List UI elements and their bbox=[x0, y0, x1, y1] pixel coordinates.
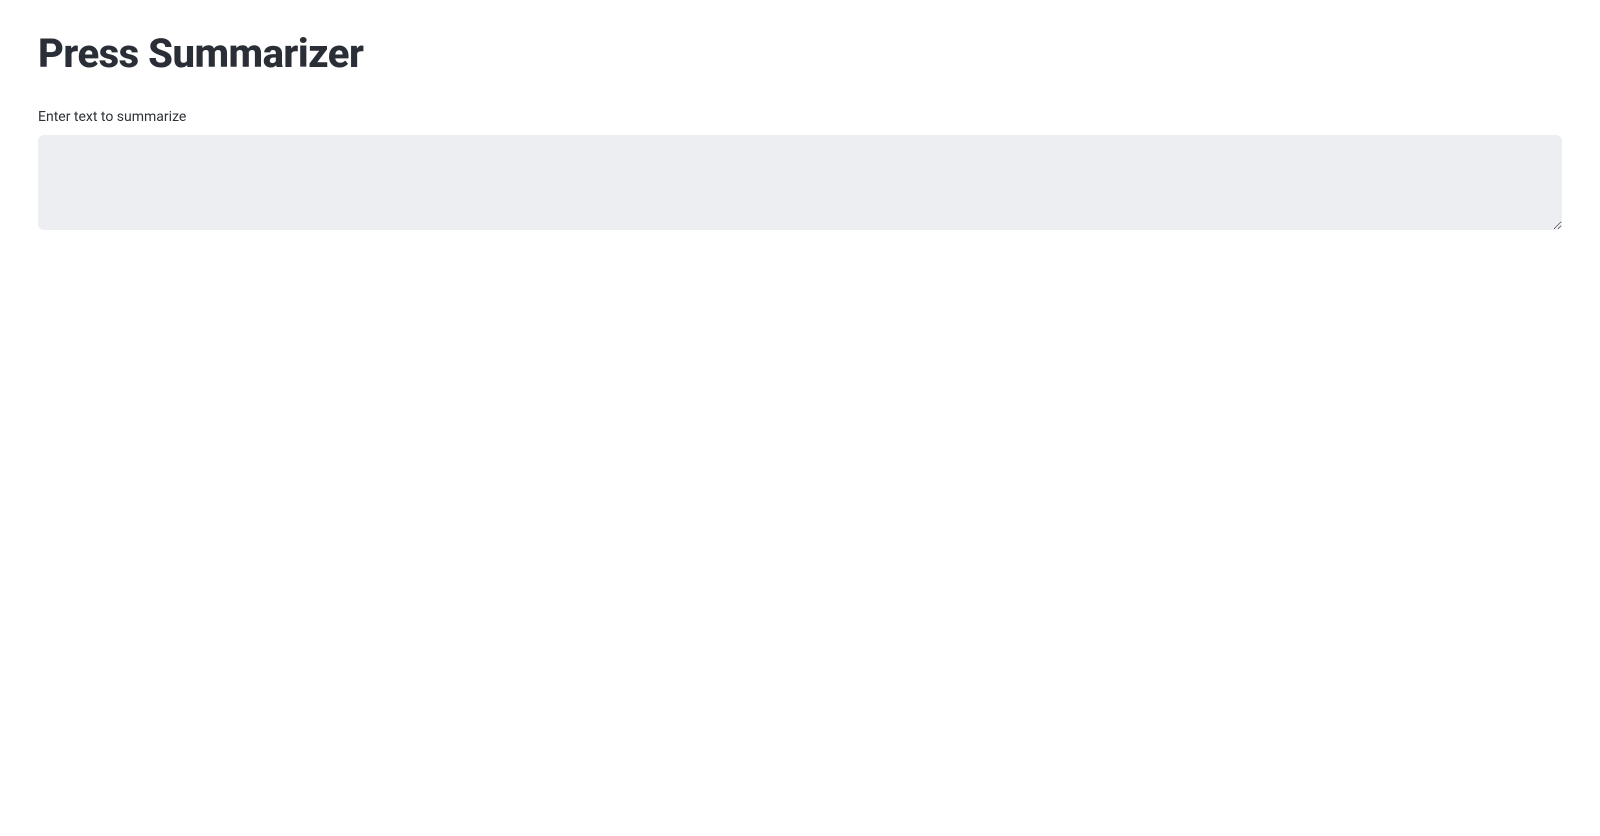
summarize-input[interactable] bbox=[38, 135, 1562, 230]
summarize-input-label: Enter text to summarize bbox=[38, 109, 1562, 125]
page-title: Press Summarizer bbox=[38, 30, 1562, 77]
